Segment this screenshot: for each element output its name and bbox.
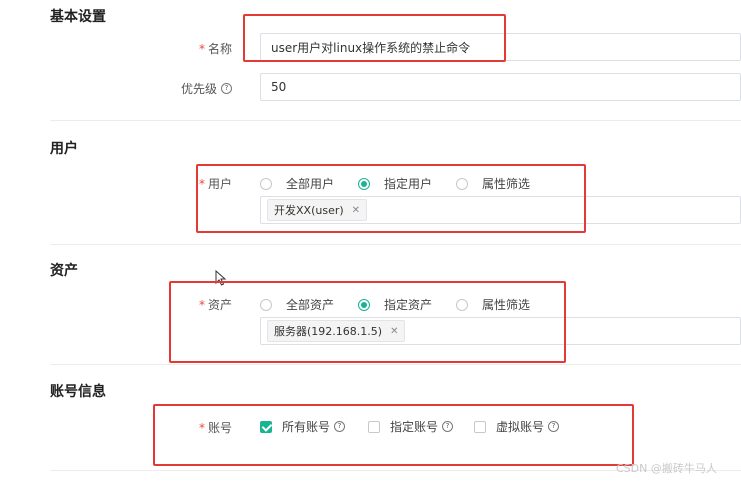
question-circle-icon[interactable]: ? (221, 83, 232, 94)
divider (50, 244, 741, 245)
watermark: CSDN @搬砖牛马人 (616, 462, 717, 475)
annotation-box-name (243, 14, 506, 62)
divider (50, 364, 741, 365)
section-title-assets: 资产 (50, 263, 78, 279)
name-label: * 名称 (198, 42, 232, 56)
annotation-box-assets (169, 281, 566, 363)
priority-input[interactable]: 50 (260, 73, 741, 101)
priority-label: 优先级? (142, 80, 232, 97)
section-title-accounts: 账号信息 (50, 384, 106, 400)
divider (50, 120, 741, 121)
priority-input-value: 50 (271, 80, 287, 94)
section-title-basic: 基本设置 (50, 9, 106, 25)
required-asterisk: * (198, 42, 205, 56)
annotation-box-users (196, 164, 586, 233)
annotation-box-accounts (153, 404, 634, 466)
section-title-users: 用户 (50, 141, 78, 157)
